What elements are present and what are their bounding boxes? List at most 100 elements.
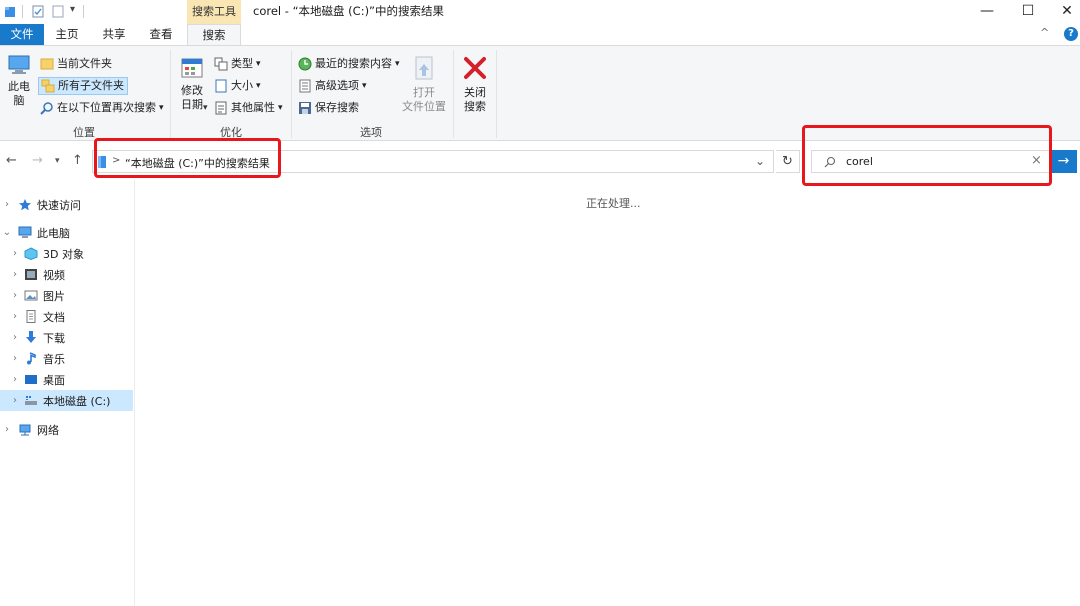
current-folder-button[interactable]: 当前文件夹 (40, 55, 112, 73)
minimize-button[interactable]: — (966, 0, 1008, 24)
nav-item-desktop[interactable]: › 桌面 (0, 369, 135, 390)
clear-search-icon[interactable]: × (1031, 153, 1042, 168)
location-group-label: 位置 (73, 126, 95, 139)
address-bar[interactable]: > “本地磁盘 (C:)”中的搜索结果 ⌄ (92, 150, 774, 173)
tab-share[interactable]: 共享 (94, 24, 134, 45)
folder-icon[interactable] (4, 5, 16, 18)
chevron-right-icon[interactable]: › (0, 424, 14, 435)
properties-icon (215, 101, 227, 115)
search-input[interactable]: corel (846, 155, 873, 168)
window-title: corel - “本地磁盘 (C:)”中的搜索结果 (253, 4, 445, 18)
chevron-right-icon[interactable]: › (8, 290, 22, 301)
dropdown-arrow-icon: ▾ (395, 59, 400, 69)
nav-item-documents[interactable]: › 文档 (0, 306, 135, 327)
recent-searches-label: 最近的搜索内容 (315, 57, 392, 70)
properties-icon[interactable] (32, 5, 44, 18)
download-icon (26, 331, 36, 343)
other-properties-button[interactable]: 其他属性 ▾ (214, 99, 283, 117)
collapse-ribbon-icon[interactable]: ^ (1040, 26, 1049, 39)
all-subfolders-button[interactable]: 所有子文件夹 (38, 77, 128, 95)
nav-item-quick-access[interactable]: › 快速访问 (0, 194, 135, 215)
search-go-button[interactable]: → (1050, 150, 1077, 173)
nav-item-network[interactable]: › 网络 (0, 419, 135, 440)
chevron-right-icon[interactable]: › (8, 332, 22, 343)
chevron-right-icon[interactable]: › (8, 353, 22, 364)
file-list-pane[interactable]: 正在处理... (136, 179, 1080, 606)
back-arrow-icon[interactable]: ← (6, 153, 17, 168)
subfolders-icon (41, 79, 55, 93)
date-modified-label-line1: 修改 (181, 84, 203, 97)
search-box[interactable]: corel × (811, 150, 1050, 173)
ribbon-tabs: 文件 主页 共享 查看 搜索 (0, 24, 1080, 46)
nav-item-videos[interactable]: › 视频 (0, 264, 135, 285)
customize-qat-icon[interactable]: ▾ (70, 4, 75, 15)
close-search-line1: 关闭 (464, 86, 486, 99)
chevron-right-icon[interactable]: › (8, 269, 22, 280)
size-button[interactable]: 大小 ▾ (214, 77, 261, 95)
save-search-button[interactable]: 保存搜索 (298, 99, 359, 117)
up-arrow-icon[interactable]: ↑ (72, 153, 83, 168)
chevron-right-icon[interactable]: › (0, 199, 14, 210)
close-window-button[interactable]: ✕ (1046, 0, 1080, 24)
refine-group-label: 优化 (220, 126, 242, 139)
breadcrumb-search-results[interactable]: “本地磁盘 (C:)”中的搜索结果 (125, 155, 270, 171)
qat-divider (22, 5, 23, 18)
tab-search[interactable]: 搜索 (187, 24, 241, 46)
close-icon (464, 57, 486, 79)
dropdown-arrow-icon: ▾ (362, 81, 367, 91)
qat-divider (83, 5, 84, 18)
current-folder-label: 当前文件夹 (57, 57, 112, 70)
options-group-label: 选项 (360, 126, 382, 139)
chevron-right-icon[interactable]: › (8, 248, 22, 259)
nav-item-label: 3D 对象 (43, 247, 84, 261)
dropdown-arrow-icon: ▾ (159, 103, 164, 113)
nav-item-music[interactable]: › 音乐 (0, 348, 135, 369)
chevron-down-icon[interactable]: ⌄ (0, 227, 14, 238)
nav-item-pictures[interactable]: › 图片 (0, 285, 135, 306)
nav-item-local-disk-c[interactable]: › 本地磁盘 (C:) (0, 390, 133, 411)
this-pc-button[interactable]: 此电 脑 (4, 54, 34, 108)
breadcrumb-separator[interactable]: > (112, 155, 120, 166)
open-file-location-icon (415, 56, 433, 80)
search-again-in-button[interactable]: 在以下位置再次搜索 ▾ (40, 99, 164, 117)
search-tools-contextual-tab: 搜索工具 (187, 0, 241, 24)
tab-view[interactable]: 查看 (141, 24, 181, 45)
video-icon (25, 269, 37, 280)
address-row: ← → ▾ ↑ > “本地磁盘 (C:)”中的搜索结果 ⌄ ↻ corel × … (0, 141, 1080, 179)
ribbon-help-area: ^ ? (1040, 24, 1080, 45)
nav-item-downloads[interactable]: › 下载 (0, 327, 135, 348)
recent-searches-button[interactable]: 最近的搜索内容 ▾ (298, 55, 400, 73)
nav-item-this-pc[interactable]: ⌄ 此电脑 (0, 222, 135, 243)
tab-home[interactable]: 主页 (48, 24, 86, 45)
open-file-location-line1: 打开 (413, 86, 435, 99)
chevron-right-icon[interactable]: › (8, 374, 22, 385)
group-separator (453, 50, 454, 138)
computer-icon (18, 226, 32, 238)
navigation-pane: › 快速访问 ⌄ 此电脑 › 3D 对象 › 视频 › 图片 › 文档 › 下载… (0, 179, 135, 606)
nav-item-3d-objects[interactable]: › 3D 对象 (0, 243, 135, 264)
file-explorer-window: ▾ 搜索工具 corel - “本地磁盘 (C:)”中的搜索结果 — ☐ ✕ 文… (0, 0, 1080, 606)
close-search-button[interactable]: 关闭 搜索 (459, 56, 491, 114)
search-icon (824, 156, 836, 168)
address-dropdown-icon[interactable]: ⌄ (755, 154, 765, 168)
new-folder-icon[interactable] (52, 5, 64, 18)
kind-label: 类型 (231, 57, 253, 70)
close-search-line2: 搜索 (464, 100, 486, 113)
calendar-icon (181, 58, 203, 78)
chevron-right-icon[interactable]: › (8, 311, 22, 322)
open-file-location-button[interactable]: 打开 文件位置 (400, 56, 448, 114)
recent-locations-icon[interactable]: ▾ (55, 156, 60, 166)
help-icon[interactable]: ? (1064, 27, 1078, 41)
refresh-button[interactable]: ↻ (776, 150, 800, 173)
forward-arrow-icon[interactable]: → (32, 153, 43, 168)
advanced-options-button[interactable]: 高级选项 ▾ (298, 77, 367, 95)
music-icon (27, 352, 36, 365)
tab-file[interactable]: 文件 (0, 24, 44, 45)
maximize-button[interactable]: ☐ (1007, 0, 1049, 24)
nav-item-label: 视频 (43, 268, 65, 282)
chevron-right-icon[interactable]: › (8, 395, 22, 406)
other-properties-label: 其他属性 (231, 101, 275, 114)
nav-item-label: 此电脑 (37, 226, 70, 240)
kind-button[interactable]: 类型 ▾ (214, 55, 261, 73)
nav-item-label: 文档 (43, 310, 65, 324)
